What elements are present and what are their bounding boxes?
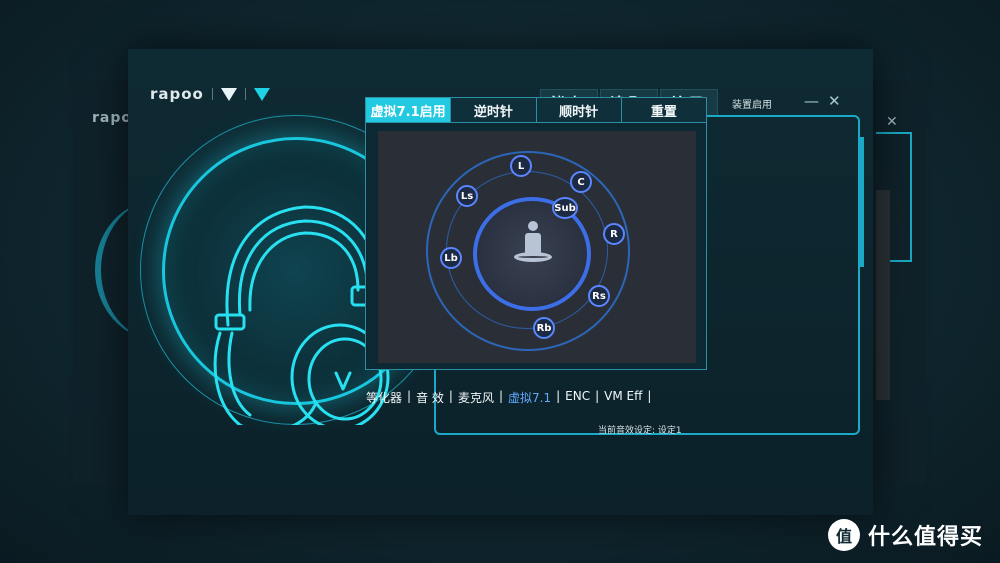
surround-visualizer: L C Sub R Rs Rb Lb Ls <box>365 122 707 370</box>
speaker-c[interactable]: C <box>570 171 592 193</box>
listener-icon <box>528 221 538 231</box>
speaker-l[interactable]: L <box>510 155 532 177</box>
close-icon[interactable]: ✕ <box>828 92 841 110</box>
speaker-sub[interactable]: Sub <box>552 197 578 219</box>
device-enable-label[interactable]: 装置启用 <box>732 96 772 111</box>
speaker-rs[interactable]: Rs <box>588 285 610 307</box>
tab-clockwise[interactable]: 顺时针 <box>536 98 622 122</box>
speaker-r[interactable]: R <box>603 223 625 245</box>
background-panel-inner <box>876 190 890 400</box>
nav-equalizer[interactable]: 等化器 <box>362 389 406 406</box>
rapoo-logo-text: rapoo <box>150 85 204 103</box>
v-logo-cyan-icon <box>253 87 270 101</box>
tab-counterclockwise[interactable]: 逆时针 <box>451 98 537 122</box>
bottom-navigation: 等化器 | 音 效 | 麦克风 | 虚拟7.1 | ENC | VM Eff | <box>362 389 652 406</box>
nav-sound-effect[interactable]: 音 效 <box>412 389 448 406</box>
background-close-icon: ✕ <box>886 114 898 130</box>
logo-divider <box>211 88 213 100</box>
nav-microphone[interactable]: 麦克风 <box>454 389 498 406</box>
listener-body <box>525 233 541 253</box>
watermark-icon: 值 <box>828 519 860 551</box>
minimize-icon[interactable]: — <box>804 92 819 110</box>
surround-area: L C Sub R Rs Rb Lb Ls <box>378 131 696 363</box>
speaker-lb[interactable]: Lb <box>440 247 462 269</box>
nav-virtual71[interactable]: 虚拟7.1 <box>504 389 555 406</box>
brand-logo: rapoo <box>150 85 270 103</box>
nav-vm-effect[interactable]: VM Eff <box>600 389 646 406</box>
tab-virtual71-enable[interactable]: 虚拟7.1启用 <box>366 98 452 122</box>
current-effect-status: 当前音效设定: 设定1 <box>598 426 682 436</box>
nav-divider: | <box>647 389 652 403</box>
watermark: 值 什么值得买 <box>828 519 983 551</box>
v-logo-icon <box>220 87 237 101</box>
speaker-rb[interactable]: Rb <box>533 317 555 339</box>
nav-enc[interactable]: ENC <box>561 389 594 406</box>
speaker-ls[interactable]: Ls <box>456 185 478 207</box>
tab-reset[interactable]: 重置 <box>621 98 706 122</box>
logo-divider <box>244 88 246 100</box>
listener-base <box>514 252 552 262</box>
watermark-text: 什么值得买 <box>868 525 984 550</box>
surround-tabs: 虚拟7.1启用 逆时针 顺时针 重置 <box>365 97 707 123</box>
